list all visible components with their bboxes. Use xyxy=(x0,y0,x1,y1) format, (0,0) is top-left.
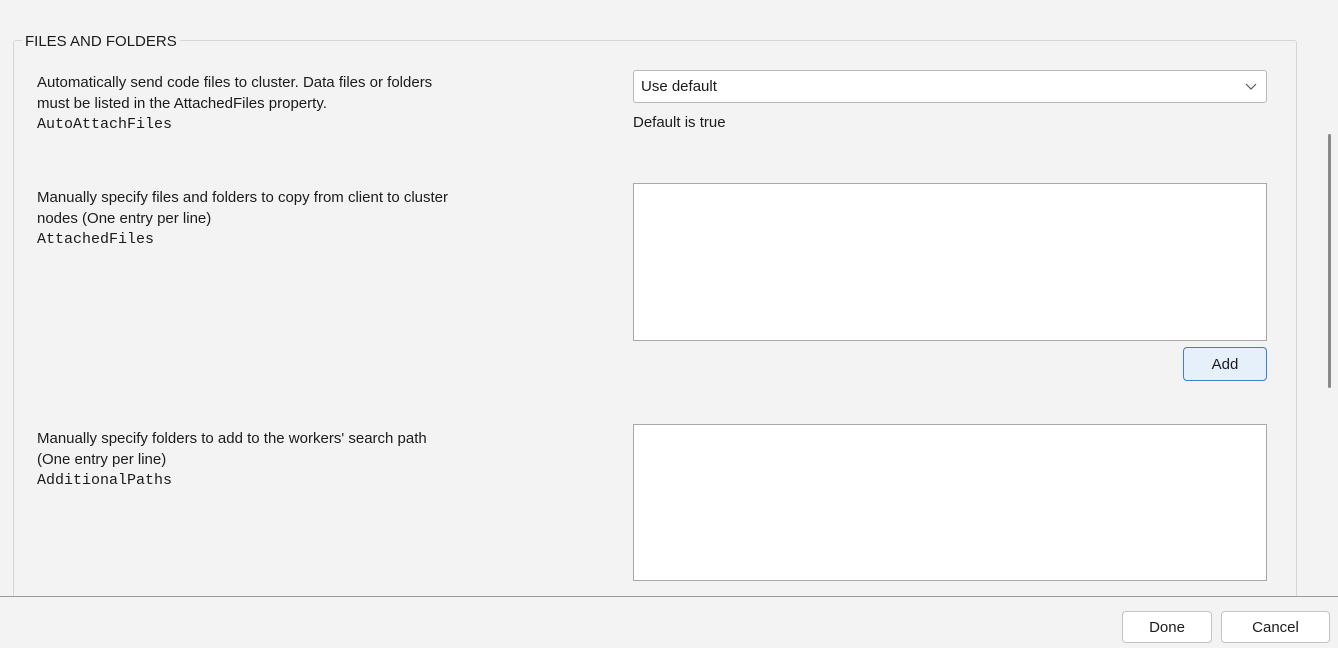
attached-files-description-line-2: nodes (One entry per line) xyxy=(37,210,212,227)
attached-files-textarea[interactable] xyxy=(633,183,1267,341)
attached-files-property-name: AttachedFiles xyxy=(37,231,155,248)
additional-paths-description-line-1: Manually specify folders to add to the w… xyxy=(37,430,427,447)
chevron-down-icon xyxy=(1245,83,1257,90)
attached-files-description: Manually specify files and folders to co… xyxy=(37,187,448,250)
attached-files-description-line-1: Manually specify files and folders to co… xyxy=(37,189,449,206)
auto-attach-description: Automatically send code files to cluster… xyxy=(37,72,432,135)
auto-attach-description-line-1: Automatically send code files to cluster… xyxy=(37,74,433,91)
additional-paths-description: Manually specify folders to add to the w… xyxy=(37,428,427,491)
auto-attach-property-name: AutoAttachFiles xyxy=(37,116,173,133)
vertical-scrollbar[interactable] xyxy=(1322,0,1338,596)
additional-paths-property-name: AdditionalPaths xyxy=(37,472,173,489)
section-title: FILES AND FOLDERS xyxy=(22,33,180,51)
settings-scroll-area[interactable]: FILES AND FOLDERS Automatically send cod… xyxy=(0,0,1322,596)
additional-paths-textarea[interactable] xyxy=(633,424,1267,581)
scrollbar-thumb[interactable] xyxy=(1328,134,1331,388)
auto-attach-select-value: Use default xyxy=(641,78,717,95)
add-button[interactable]: Add xyxy=(1183,347,1267,381)
auto-attach-description-line-2: must be listed in the AttachedFiles prop… xyxy=(37,95,327,112)
auto-attach-select[interactable]: Use default xyxy=(633,70,1267,103)
cancel-button[interactable]: Cancel xyxy=(1221,611,1330,643)
auto-attach-default-hint: Default is true xyxy=(633,114,726,131)
done-button[interactable]: Done xyxy=(1122,611,1212,643)
additional-paths-description-line-2: (One entry per line) xyxy=(37,451,167,468)
dialog-footer: Done Cancel xyxy=(0,596,1338,648)
